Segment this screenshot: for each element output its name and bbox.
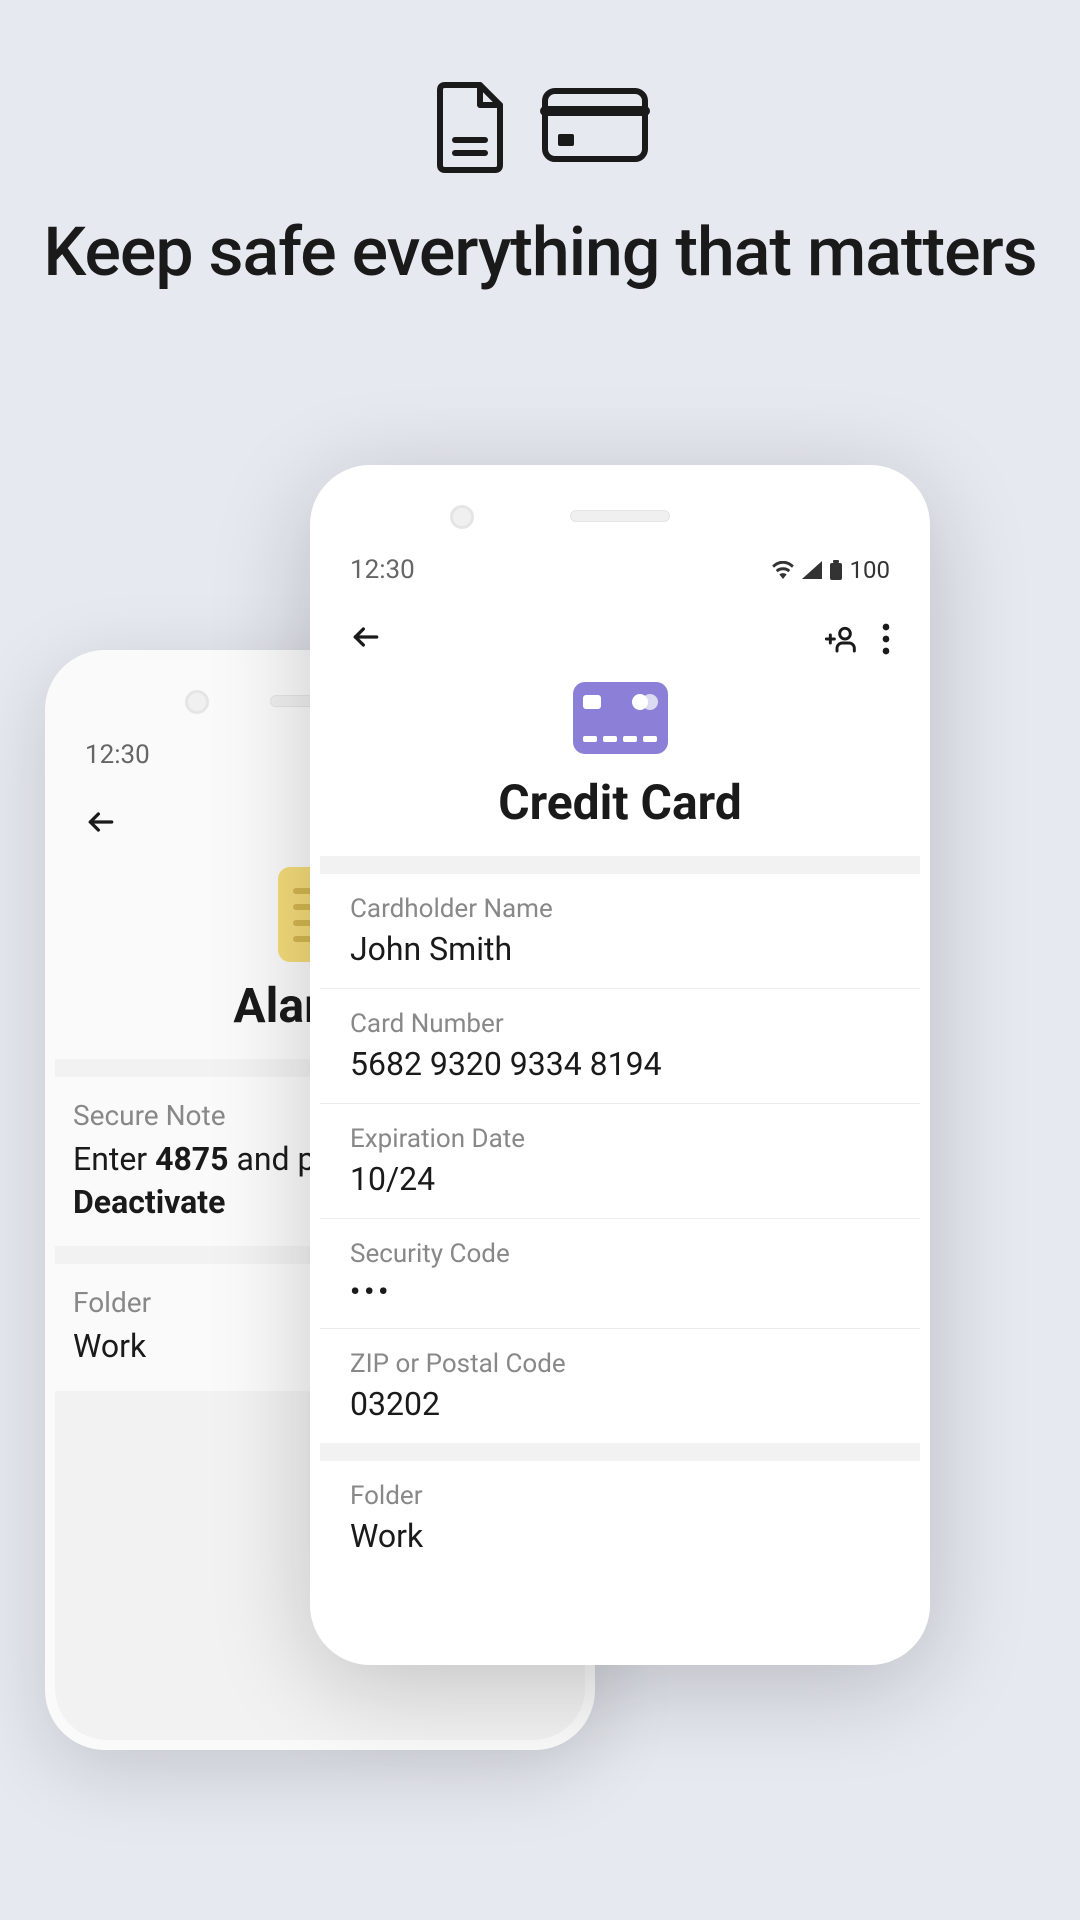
status-icons: 100 <box>772 556 890 584</box>
field-value: 10/24 <box>350 1160 890 1198</box>
signal-icon <box>802 561 822 579</box>
battery-icon <box>830 560 842 580</box>
page-title: Credit Card <box>320 774 920 831</box>
speaker-grille <box>570 510 670 522</box>
battery-text: 100 <box>850 556 890 584</box>
field-label: Folder <box>350 1481 890 1511</box>
back-button[interactable] <box>350 620 382 662</box>
status-time: 12:30 <box>350 555 415 585</box>
status-time: 12:30 <box>85 740 150 770</box>
more-menu-button[interactable] <box>882 623 890 659</box>
field-value: 03202 <box>350 1385 890 1423</box>
camera-dot <box>185 690 209 714</box>
add-person-button[interactable] <box>825 623 857 659</box>
wifi-icon <box>772 561 794 579</box>
field-label: ZIP or Postal Code <box>350 1349 890 1379</box>
status-bar: 12:30 100 <box>320 550 920 590</box>
field-value: John Smith <box>350 930 890 968</box>
camera-dot <box>450 505 474 529</box>
field-value: 5682 9320 9334 8194 <box>350 1045 890 1083</box>
field-label: Expiration Date <box>350 1124 890 1154</box>
separator <box>320 856 920 874</box>
expiry-field[interactable]: Expiration Date 10/24 <box>320 1104 920 1219</box>
field-label: Security Code <box>350 1239 890 1269</box>
phone-mockup-front: 12:30 100 <box>310 465 930 1665</box>
hero-icons <box>0 0 1080 175</box>
credit-card-icon <box>540 86 650 164</box>
field-label: Cardholder Name <box>350 894 890 924</box>
cardholder-field[interactable]: Cardholder Name John Smith <box>320 874 920 989</box>
security-code-field[interactable]: Security Code ••• <box>320 1219 920 1329</box>
back-button[interactable] <box>85 805 117 847</box>
document-icon <box>430 75 510 175</box>
zip-field[interactable]: ZIP or Postal Code 03202 <box>320 1329 920 1443</box>
card-number-field[interactable]: Card Number 5682 9320 9334 8194 <box>320 989 920 1104</box>
field-value: ••• <box>350 1275 890 1308</box>
field-value: Work <box>350 1517 890 1555</box>
folder-field[interactable]: Folder Work <box>320 1461 920 1575</box>
separator <box>320 1443 920 1461</box>
field-label: Card Number <box>350 1009 890 1039</box>
credit-card-app-icon <box>573 682 668 754</box>
app-header <box>320 600 920 682</box>
headline: Keep safe everything that matters <box>0 215 1080 290</box>
